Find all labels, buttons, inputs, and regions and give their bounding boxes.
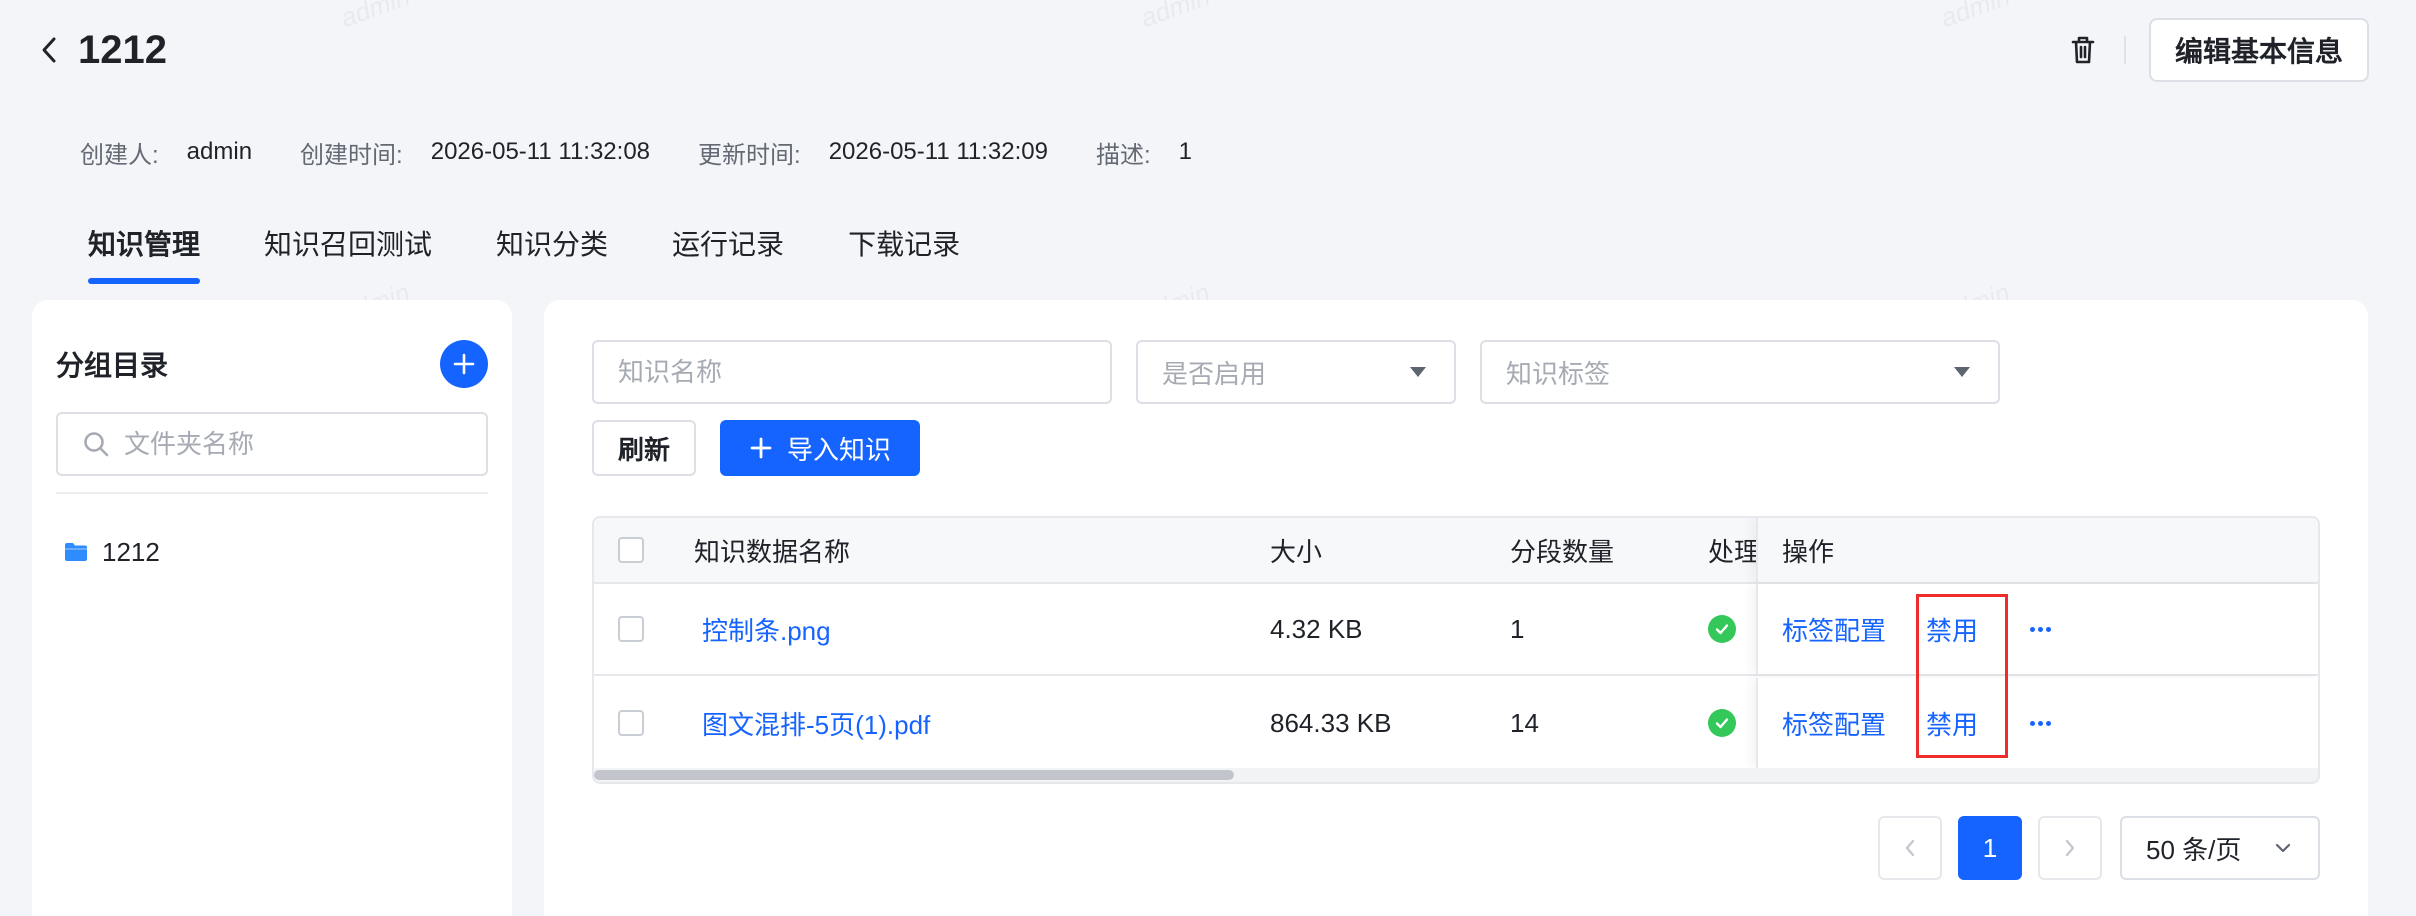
file-name-link[interactable]: 控制条.png: [702, 611, 831, 648]
tab-download-records[interactable]: 下载记录: [848, 222, 960, 284]
tab-knowledge-category[interactable]: 知识分类: [496, 222, 608, 284]
tag-config-link[interactable]: 标签配置: [1782, 611, 1886, 648]
meta-info-row: 创建人: admin 创建时间: 2026-05-11 11:32:08 更新时…: [80, 136, 1240, 169]
tab-knowledge-management[interactable]: 知识管理: [88, 222, 201, 284]
file-name-link[interactable]: 图文混排-5页(1).pdf: [702, 705, 930, 742]
row-checkbox[interactable]: [618, 710, 644, 736]
ops-column-header: 操作: [1756, 518, 2318, 582]
file-size-cell: 864.33 KB: [1270, 707, 1392, 738]
table-row: 控制条.png 4.32 KB 1 标签配置 禁用: [594, 584, 2318, 676]
ops-cell: 标签配置 禁用: [1756, 678, 2318, 768]
folder-icon: [65, 543, 87, 561]
folder-item[interactable]: 1212: [64, 532, 160, 572]
header-checkbox-cell: [618, 518, 644, 582]
knowledge-name-input[interactable]: [592, 340, 1112, 404]
back-arrow-icon[interactable]: [34, 30, 64, 70]
import-knowledge-label: 导入知识: [786, 434, 891, 465]
description-value: 1: [1178, 138, 1193, 165]
column-header-size: 大小: [1270, 536, 1323, 567]
chevron-down-icon: [2275, 843, 2291, 853]
page-size-value: 50 条/页: [2146, 834, 2242, 865]
group-directory-panel: 分组目录 1212: [32, 300, 512, 916]
page-number-button[interactable]: 1: [1958, 816, 2022, 880]
next-page-button[interactable]: [2038, 816, 2102, 880]
tab-bar: 知识管理 知识召回测试 知识分类 运行记录 下载记录: [88, 222, 1024, 284]
tab-recall-test[interactable]: 知识召回测试: [264, 222, 432, 284]
horizontal-scrollbar-thumb[interactable]: [594, 770, 1234, 780]
file-name-cell: 图文混排-5页(1).pdf: [702, 678, 930, 768]
page-header: 1212 编辑基本信息: [0, 0, 2416, 100]
refresh-button[interactable]: 刷新: [592, 420, 696, 476]
created-time-value: 2026-05-11 11:32:08: [430, 138, 651, 165]
table-row: 图文混排-5页(1).pdf 864.33 KB 14 标签配置 禁用: [594, 678, 2318, 770]
folder-search-box: [56, 412, 488, 476]
created-time-label: 创建时间:: [300, 141, 403, 169]
group-directory-title: 分组目录: [56, 350, 169, 381]
column-header-name: 知识数据名称: [694, 536, 851, 567]
disable-link[interactable]: 禁用: [1926, 705, 1978, 742]
updated-time-value: 2026-05-11 11:32:09: [828, 138, 1048, 165]
updated-time-label: 更新时间:: [698, 141, 801, 169]
knowledge-tag-placeholder: 知识标签: [1506, 358, 1611, 389]
disable-link[interactable]: 禁用: [1926, 611, 1978, 648]
success-check-icon: [1708, 709, 1736, 737]
more-actions-icon[interactable]: [2030, 626, 2051, 632]
tab-run-records[interactable]: 运行记录: [672, 222, 784, 284]
enabled-select-placeholder: 是否启用: [1162, 358, 1267, 389]
chevron-left-icon: [1905, 839, 1915, 857]
select-all-checkbox[interactable]: [618, 537, 644, 563]
enabled-select[interactable]: 是否启用: [1136, 340, 1456, 404]
add-group-button[interactable]: [440, 340, 488, 388]
column-header-segments: 分段数量: [1510, 536, 1615, 567]
folder-name: 1212: [102, 536, 160, 567]
plus-icon: [453, 353, 475, 375]
row-checkbox-cell: [618, 678, 644, 768]
table-header: 知识数据名称 大小 分段数量 处理 操作: [594, 518, 2318, 584]
row-checkbox-cell: [618, 584, 644, 674]
import-knowledge-button[interactable]: 导入知识: [720, 420, 920, 476]
more-actions-icon[interactable]: [2030, 720, 2051, 726]
success-check-icon: [1708, 615, 1736, 643]
segment-count-cell: 1: [1510, 613, 1525, 644]
creator-value: admin: [186, 138, 253, 165]
status-cell: [1708, 678, 1736, 768]
description-label: 描述:: [1095, 141, 1151, 169]
row-checkbox[interactable]: [618, 616, 644, 642]
status-cell: [1708, 584, 1736, 674]
column-header-ops: 操作: [1782, 536, 1835, 567]
edit-basic-info-button[interactable]: 编辑基本信息: [2149, 18, 2369, 82]
chevron-right-icon: [2065, 839, 2075, 857]
knowledge-list-panel: 是否启用 知识标签 刷新 导入知识 知识数据名称 大小 分段数量 处理 操作: [544, 300, 2368, 916]
caret-down-icon: [1954, 367, 1970, 377]
tag-config-link[interactable]: 标签配置: [1782, 705, 1886, 742]
plus-icon: [749, 436, 773, 460]
horizontal-scrollbar-track: [594, 768, 2318, 782]
file-size-cell: 4.32 KB: [1270, 613, 1363, 644]
prev-page-button[interactable]: [1878, 816, 1942, 880]
delete-trash-icon[interactable]: [2068, 30, 2098, 70]
caret-down-icon: [1410, 367, 1426, 377]
ops-cell: 标签配置 禁用: [1756, 584, 2318, 674]
file-name-cell: 控制条.png: [702, 584, 831, 674]
creator-label: 创建人:: [80, 141, 159, 169]
panel-divider: [56, 492, 488, 494]
page-size-select[interactable]: 50 条/页: [2120, 816, 2320, 880]
search-icon: [84, 432, 109, 457]
knowledge-table: 知识数据名称 大小 分段数量 处理 操作 控制条.png 4.32 KB 1 标…: [592, 516, 2320, 784]
column-header-status: 处理: [1708, 536, 1761, 567]
segment-count-cell: 14: [1510, 707, 1539, 738]
page-title: 1212: [78, 28, 167, 72]
header-divider: [2124, 36, 2126, 64]
knowledge-tag-select[interactable]: 知识标签: [1480, 340, 2000, 404]
folder-search-input[interactable]: [124, 428, 464, 460]
